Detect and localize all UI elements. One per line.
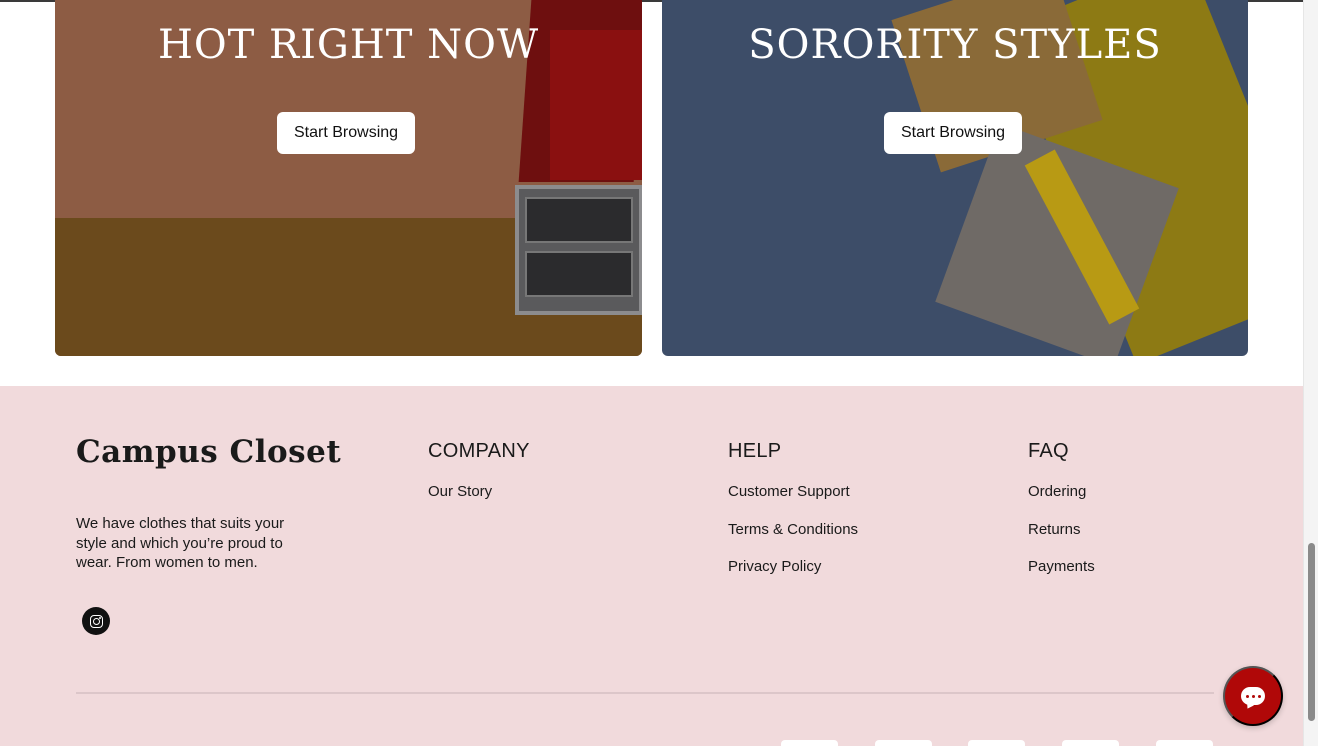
scrollbar-thumb[interactable] (1308, 543, 1315, 721)
page-scrollbar[interactable] (1303, 0, 1318, 746)
drawer-slot (525, 251, 633, 297)
footer-divider (76, 692, 1214, 694)
chat-dot (1257, 694, 1261, 698)
footer-link-terms-conditions[interactable]: Terms & Conditions (728, 521, 858, 559)
footer-column-title: COMPANY (428, 440, 530, 462)
footer-link-customer-support[interactable]: Customer Support (728, 483, 858, 521)
footer-link-ordering[interactable]: Ordering (1028, 483, 1095, 521)
brand-logo[interactable]: Campus Closet (76, 434, 341, 470)
payment-badge (968, 740, 1025, 746)
start-browsing-button[interactable]: Start Browsing (277, 112, 416, 154)
promo-card-hot-right-now[interactable]: HOT RIGHT NOW Start Browsing (55, 0, 642, 356)
footer-column-title: FAQ (1028, 440, 1069, 462)
footer-column-company: COMPANY Our Story (428, 438, 530, 521)
brand-description: We have clothes that suits your style an… (76, 515, 285, 571)
page-viewport: HOT RIGHT NOW Start Browsing SORORITY ST… (0, 0, 1303, 746)
start-browsing-button[interactable]: Start Browsing (884, 112, 1023, 154)
promo-card-sorority-styles[interactable]: SORORITY STYLES Start Browsing (662, 0, 1248, 356)
footer-link-returns[interactable]: Returns (1028, 521, 1095, 559)
site-footer: Campus Closet We have clothes that suits… (0, 386, 1303, 746)
footer-link-our-story[interactable]: Our Story (428, 483, 530, 521)
payment-badge (781, 740, 838, 746)
chat-launcher-button[interactable] (1223, 666, 1283, 726)
payment-badge (1062, 740, 1119, 746)
payment-badge (1156, 740, 1213, 746)
footer-link-list: Our Story (428, 483, 530, 521)
payment-badge (875, 740, 932, 746)
chat-dot (1251, 694, 1255, 698)
footer-link-list: Customer Support Terms & Conditions Priv… (728, 483, 858, 596)
footer-column-title: HELP (728, 440, 782, 462)
footer-column-help: HELP Customer Support Terms & Conditions… (728, 438, 858, 596)
promo-title: SORORITY STYLES (748, 22, 1162, 68)
instagram-link[interactable] (82, 607, 110, 635)
drawer-slot (525, 197, 633, 243)
promo-image-drawer (515, 185, 642, 315)
chat-bubble-icon (1241, 687, 1265, 705)
promo-title: HOT RIGHT NOW (157, 22, 540, 68)
instagram-icon (89, 614, 103, 628)
chat-dot (1245, 694, 1249, 698)
footer-column-faq: FAQ Ordering Returns Payments (1028, 438, 1095, 596)
footer-link-privacy-policy[interactable]: Privacy Policy (728, 558, 858, 596)
footer-link-list: Ordering Returns Payments (1028, 483, 1095, 596)
footer-link-payments[interactable]: Payments (1028, 558, 1095, 596)
